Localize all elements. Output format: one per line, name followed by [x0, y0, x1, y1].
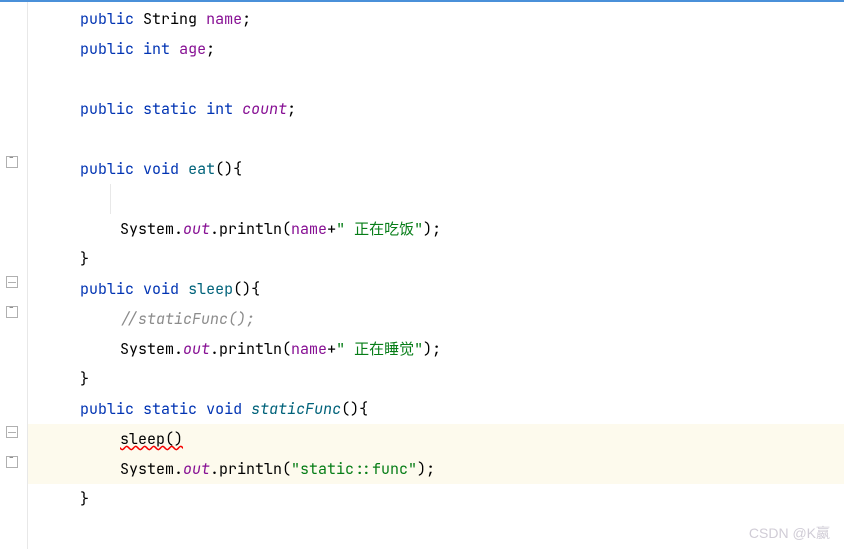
code-line: public void sleep(){ — [28, 274, 844, 304]
string: " 正在吃饭" — [336, 219, 423, 239]
brace: } — [80, 489, 89, 509]
keyword: public — [80, 159, 134, 179]
code-line: //staticFunc(); — [28, 304, 844, 334]
field: count — [242, 99, 287, 119]
fold-icon[interactable] — [6, 156, 18, 168]
punct: (){ — [233, 279, 260, 299]
keyword: public — [80, 9, 134, 29]
field: out — [183, 459, 210, 479]
fold-end-icon[interactable] — [6, 426, 18, 438]
code-line: sleep() — [28, 424, 844, 454]
keyword: void — [143, 159, 179, 179]
keyword: static — [143, 99, 197, 119]
keyword: public — [80, 279, 134, 299]
method: staticFunc — [251, 399, 341, 419]
fold-icon[interactable] — [6, 456, 18, 468]
brace: } — [80, 249, 89, 269]
keyword: public — [80, 39, 134, 59]
field: name — [206, 9, 242, 29]
punct: ; — [242, 9, 251, 29]
punct: ; — [206, 39, 215, 59]
code-line: System.out.println(name+" 正在睡觉"); — [28, 334, 844, 364]
method: eat — [188, 159, 215, 179]
keyword: int — [206, 99, 233, 119]
call: .println( — [210, 459, 291, 479]
ident: System. — [120, 459, 183, 479]
code-line: public static int count; — [28, 94, 844, 124]
keyword: void — [143, 279, 179, 299]
field: name — [291, 219, 327, 239]
code-line: } — [28, 484, 844, 514]
code-line — [28, 64, 844, 94]
string: " 正在睡觉" — [336, 339, 423, 359]
code-editor[interactable]: public String name; public int age; publ… — [0, 0, 844, 549]
op: + — [327, 339, 336, 359]
keyword: int — [143, 39, 170, 59]
punct: ); — [423, 339, 441, 359]
code-line: } — [28, 244, 844, 274]
code-line: public static void staticFunc(){ — [28, 394, 844, 424]
code-line — [28, 184, 844, 214]
fold-end-icon[interactable] — [6, 276, 18, 288]
type: String — [143, 9, 197, 29]
fold-icon[interactable] — [6, 306, 18, 318]
method: sleep — [188, 279, 233, 299]
keyword: public — [80, 399, 134, 419]
keyword: static — [143, 399, 197, 419]
field: name — [291, 339, 327, 359]
string: "static::func" — [291, 459, 417, 479]
field: out — [183, 339, 210, 359]
code-line: public String name; — [28, 4, 844, 34]
brace: } — [80, 369, 89, 389]
call: .println( — [210, 339, 291, 359]
call: .println( — [210, 219, 291, 239]
op: + — [327, 219, 336, 239]
punct: ; — [287, 99, 296, 119]
ident: System. — [120, 339, 183, 359]
field: age — [179, 39, 206, 59]
code-line: System.out.println(name+" 正在吃饭"); — [28, 214, 844, 244]
punct: (){ — [215, 159, 242, 179]
punct: ); — [417, 459, 435, 479]
field: out — [183, 219, 210, 239]
punct: ); — [423, 219, 441, 239]
code-line: public void eat(){ — [28, 154, 844, 184]
punct: (){ — [341, 399, 368, 419]
keyword: void — [206, 399, 242, 419]
keyword: public — [80, 99, 134, 119]
gutter — [0, 2, 28, 549]
code-line — [28, 124, 844, 154]
error-text: sleep() — [120, 429, 183, 449]
code-line: } — [28, 364, 844, 394]
ident: System. — [120, 219, 183, 239]
code-area[interactable]: public String name; public int age; publ… — [28, 2, 844, 549]
code-line: System.out.println("static::func"); — [28, 454, 844, 484]
code-line: public int age; — [28, 34, 844, 64]
comment: //staticFunc(); — [120, 309, 255, 329]
